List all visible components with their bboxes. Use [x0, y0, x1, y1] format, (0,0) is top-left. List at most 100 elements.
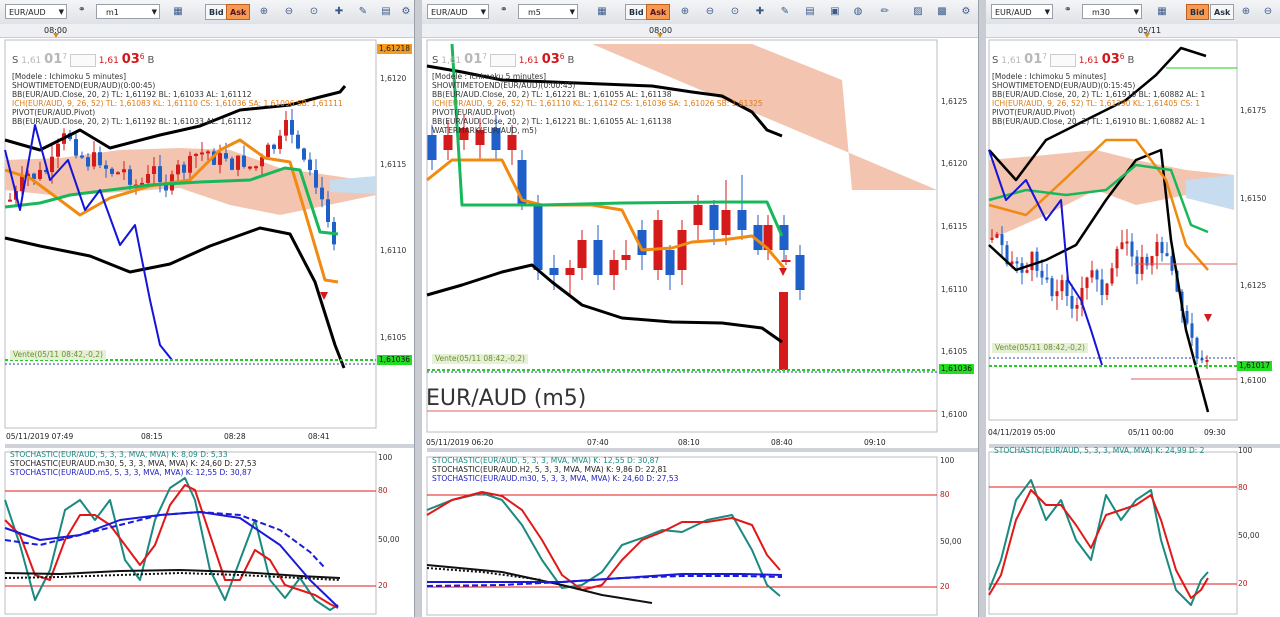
time-axis-label: 09:10 — [864, 438, 886, 447]
time-axis-label: 08:40 — [771, 438, 793, 447]
sell-price-pip: 7 — [1042, 52, 1048, 61]
quote-box[interactable]: S 1,61 017 1,61 036 B — [432, 52, 574, 67]
price-axis-label: 1,6100 — [1240, 376, 1267, 385]
bollinger-lower — [4, 226, 346, 369]
chart-panel-m30[interactable]: EUR/AUD ▼ ⚭ m30 ▼ ▦ Bid Ask ⊕ ⊖ 05/11 S 1,… — [986, 0, 1280, 617]
quantity-input[interactable] — [489, 54, 516, 67]
candle-body — [1195, 337, 1199, 359]
candle-body — [1015, 261, 1019, 264]
indicator-legend: [Modele : Ichimoku 5 minutes] SHOWTIMETOE… — [12, 72, 343, 126]
stochastic-legend-line: STOCHASTIC(EUR/AUD.m30, 5, 3, 3, MVA, MV… — [432, 474, 679, 483]
candle-body — [609, 260, 619, 275]
candle-body — [1100, 279, 1104, 296]
candle-body — [721, 210, 731, 235]
sell-order-label[interactable]: Vente(05/11 08:42,-0,2) — [992, 343, 1088, 353]
candle-body — [1130, 241, 1134, 257]
stochastic-legend: STOCHASTIC(EUR/AUD, 5, 3, 3, MVA, MVA) K… — [994, 446, 1204, 455]
candle-body — [1035, 251, 1039, 271]
quote-box[interactable]: S 1,61 017 1,61 036 B — [12, 52, 154, 67]
candle-body — [50, 156, 54, 173]
candle-body — [182, 164, 186, 173]
order-arrow-icon — [1204, 314, 1212, 322]
price-axis-label: 1,6120 — [380, 74, 407, 83]
candle-body — [8, 199, 12, 202]
indicator-legend-line: BB(EUR/AUD.Close, 20, 2) TL: 1,61192 BL:… — [12, 90, 252, 99]
candle-body — [427, 135, 437, 160]
candle-body — [1000, 234, 1004, 246]
candle-body — [1110, 268, 1114, 284]
price-axis-label: 1,6150 — [1240, 194, 1267, 203]
candle-body — [38, 169, 42, 179]
candle-body — [1120, 242, 1124, 249]
candle-body — [278, 135, 282, 149]
quote-box[interactable]: S 1,61 017 1,61 036 B — [992, 52, 1134, 67]
indicator-legend-line: [Modele : Ichimoku 5 minutes] — [12, 72, 127, 81]
candle-body — [194, 153, 198, 156]
sell-order-label[interactable]: Vente(05/11 08:42,-0,2) — [432, 354, 528, 364]
candle-body — [1185, 310, 1189, 324]
candle-body — [1075, 304, 1079, 309]
sell-price-prefix: 1,61 — [441, 56, 462, 66]
candle-body — [1125, 241, 1129, 244]
indicator-legend-line: ICH(EUR/AUD, 9, 26, 52) TL: 1,61290 KL: … — [992, 99, 1201, 108]
time-axis-label: 05/11/2019 07:49 — [6, 432, 74, 441]
buy-label: B — [147, 55, 155, 66]
indicator-legend-line: ICH(EUR/AUD, 9, 26, 52) TL: 1,61083 KL: … — [12, 99, 343, 108]
indicator-legend-line: SHOWTIMETOEND(EUR/AUD)(0:00:45) — [12, 81, 156, 90]
stoch-axis-label: 20 — [378, 581, 388, 590]
candle-body — [128, 169, 132, 185]
candle-body — [1140, 256, 1144, 274]
candle-body — [176, 164, 180, 175]
candle-body — [1070, 295, 1074, 309]
sell-label: S — [992, 55, 999, 66]
buy-price-prefix: 1,61 — [1078, 56, 1099, 66]
sell-price-pip: 7 — [482, 52, 488, 61]
price-axis-label: 1,6110 — [380, 246, 407, 255]
candle-body — [549, 268, 559, 275]
candle-body — [1105, 283, 1109, 296]
time-axis-label: 08:10 — [678, 438, 700, 447]
candle-body — [990, 237, 994, 240]
quantity-input[interactable] — [69, 54, 96, 67]
indicator-legend-line: ICH(EUR/AUD, 9, 26, 52) TL: 1,61110 KL: … — [432, 99, 763, 108]
candle-body — [314, 170, 318, 188]
sell-label: S — [432, 55, 439, 66]
time-axis-label: 05/11/2019 06:20 — [426, 438, 494, 447]
candle-body — [74, 139, 78, 156]
price-axis-label: 1,6125 — [1240, 281, 1267, 290]
quantity-input[interactable] — [1049, 54, 1076, 67]
candle-body — [122, 169, 126, 173]
sell-order-label[interactable]: Vente(05/11 08:42,-0,2) — [10, 350, 106, 360]
candle-body — [1160, 241, 1164, 254]
candle-body — [665, 250, 675, 275]
indicator-legend-line: PIVOT(EUR/AUD.Pivot) — [12, 108, 96, 117]
candle-body — [677, 230, 687, 270]
stoch-axis-label: 20 — [940, 582, 950, 591]
indicator-legend-line: SHOWTIMETOEND(EUR/AUD)(0:15:45) — [992, 81, 1136, 90]
sell-label: S — [12, 55, 19, 66]
price-axis-label: 1,6105 — [380, 333, 407, 342]
candle-body — [693, 205, 703, 225]
candle-body — [1205, 360, 1209, 362]
candle-body — [779, 225, 789, 250]
buy-price-main: 03 — [1101, 52, 1120, 67]
buy-price-prefix: 1,61 — [98, 56, 119, 66]
sell-price-main: 01 — [44, 52, 63, 67]
candle-body — [1155, 241, 1159, 257]
candle-body — [326, 199, 330, 222]
chart-panel-m5[interactable]: EUR/AUD ▼ ⚭ m5 ▼ ▦ Bid Ask ⊕ ⊖ ⊙ ✚ ✎ ▤ ▣ ◍… — [422, 0, 979, 617]
stoch-axis-label: 80 — [940, 490, 950, 499]
candle-body — [152, 166, 156, 174]
chart-panel-m1[interactable]: EUR/AUD ▼ ⚭ m1 ▼ ▦ Bid Ask ⊕ ⊖ ⊙ ✚ ✎ ▤ ⚙ 0… — [0, 0, 415, 617]
buy-price-pip: 6 — [559, 52, 565, 61]
stoch-axis-label: 100 — [940, 456, 955, 465]
buy-label: B — [1127, 55, 1135, 66]
time-axis-label: 05/11 00:00 — [1128, 428, 1174, 437]
candle-body — [254, 166, 258, 169]
time-axis-label: 08:15 — [141, 432, 163, 441]
indicator-legend: [Modele : Ichimoku 5 minutes] SHOWTIMETOE… — [432, 72, 763, 135]
sell-price-main: 01 — [464, 52, 483, 67]
stochastic-legend-line: STOCHASTIC(EUR/AUD.m5, 5, 3, 3, MVA, MVA… — [10, 468, 252, 477]
candle-body — [80, 155, 84, 158]
stoch-axis-label: 50,00 — [940, 537, 962, 546]
